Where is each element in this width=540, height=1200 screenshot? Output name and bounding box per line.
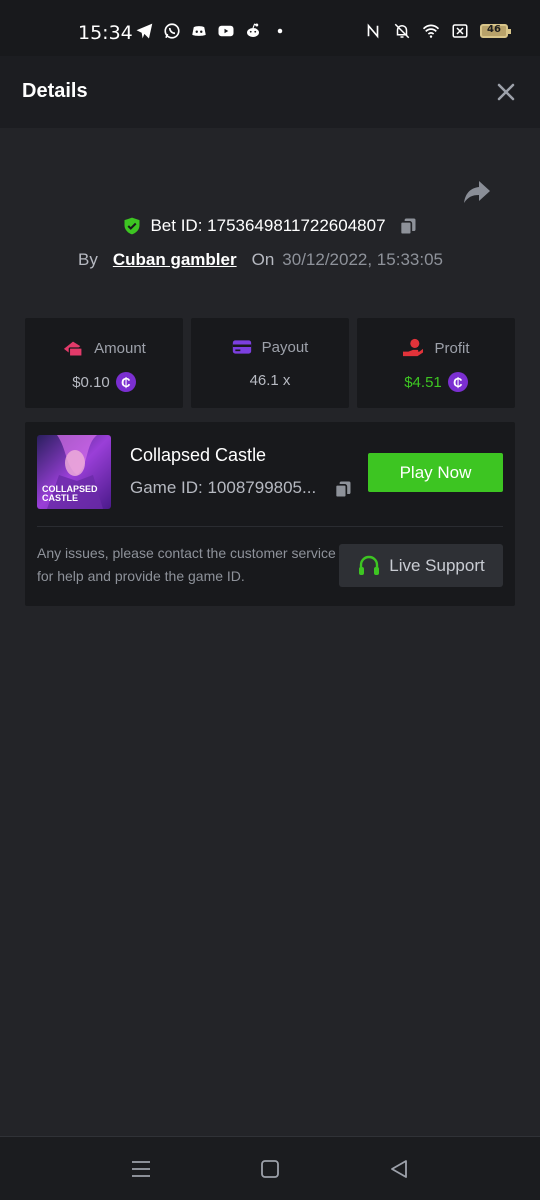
profit-value: $4.51 [404, 373, 442, 391]
amount-value: $0.10 [72, 373, 110, 391]
dot-icon [277, 28, 283, 34]
amount-label: Amount [94, 339, 146, 357]
game-thumbnail-art: COLLAPSED CASTLE [37, 435, 111, 509]
amount-card: Amount $0.10 ₵ [25, 318, 183, 408]
coin-icon: ₵ [115, 372, 136, 392]
discord-icon [192, 26, 206, 36]
copy-game-id-icon[interactable] [333, 479, 353, 499]
youtube-icon [218, 25, 234, 37]
payout-icon [232, 340, 251, 354]
reddit-icon [247, 23, 259, 37]
support-hint-text: Any issues, please contact the customer … [37, 545, 336, 584]
battery-level: 46 [487, 24, 501, 35]
game-id: Game ID: 1008799805... [130, 478, 317, 497]
profit-label: Profit [434, 339, 470, 357]
on-label: On [251, 250, 275, 269]
payout-card: Payout 46.1 x [191, 318, 349, 408]
notification-icons [136, 22, 289, 40]
share-icon[interactable] [462, 178, 492, 206]
wifi-icon [422, 24, 440, 38]
copy-bet-id-icon[interactable] [398, 216, 418, 236]
live-support-label: Live Support [389, 555, 485, 575]
bet-datetime: 30/12/2022, 15:33:05 [282, 250, 443, 269]
shield-check-icon [124, 217, 140, 235]
status-bar: 15:34 46 [0, 0, 540, 56]
live-support-button[interactable]: Live Support [339, 544, 503, 587]
by-label: By [78, 250, 98, 269]
system-icons: 46 [364, 22, 511, 40]
x-box-icon [452, 24, 468, 38]
thumb-text-2: CASTLE [42, 493, 78, 503]
amount-icon [64, 341, 83, 357]
profit-icon [403, 338, 424, 357]
divider [37, 526, 503, 527]
mute-icon [394, 23, 410, 39]
game-name: Collapsed Castle [130, 445, 267, 465]
game-card: COLLAPSED CASTLE Collapsed Castle Game I… [25, 422, 515, 606]
nfc-icon [367, 23, 379, 39]
telegram-icon [136, 23, 153, 39]
system-nav-bar [0, 1136, 540, 1200]
bet-id: Bet ID: 1753649811722604807 [150, 216, 386, 235]
play-now-button[interactable]: Play Now [368, 453, 503, 492]
payout-value: 46.1 x [249, 372, 291, 389]
home-icon[interactable] [258, 1157, 282, 1181]
close-icon[interactable] [494, 80, 518, 104]
username-link[interactable]: Cuban gambler [113, 250, 237, 270]
profit-card: Profit $4.51 ₵ [357, 318, 515, 408]
page-title: Details [22, 80, 88, 102]
bet-id-row: Bet ID: 1753649811722604807 [0, 216, 540, 236]
headset-icon [359, 555, 380, 575]
menu-icon[interactable] [129, 1157, 153, 1181]
details-header: Details [0, 56, 540, 128]
whatsapp-icon [164, 23, 180, 39]
game-thumbnail[interactable]: COLLAPSED CASTLE [37, 435, 111, 509]
payout-label: Payout [261, 338, 309, 356]
status-time: 15:34 [78, 22, 133, 44]
coin-icon: ₵ [447, 372, 468, 392]
bet-by-row: By Cuban gambler On 30/12/2022, 15:33:05 [78, 250, 443, 270]
back-icon[interactable] [387, 1157, 411, 1181]
battery-icon: 46 [480, 24, 511, 38]
